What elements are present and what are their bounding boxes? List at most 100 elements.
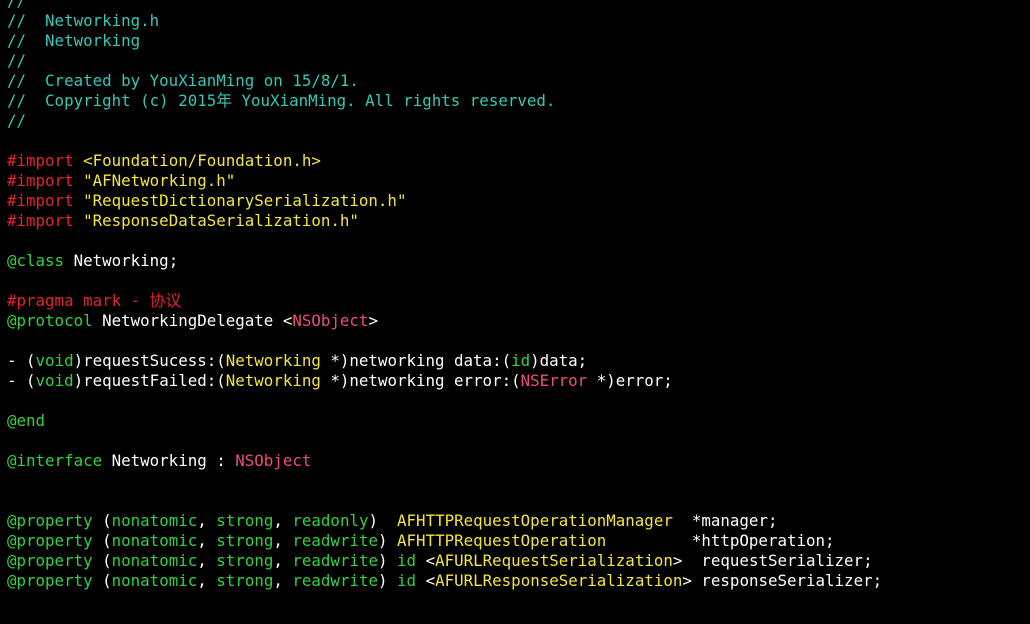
- code-token-text: > requestSerializer;: [672, 551, 873, 570]
- code-line[interactable]: ​: [7, 231, 1030, 251]
- code-line[interactable]: // Networking: [7, 31, 1030, 51]
- code-line[interactable]: //: [7, 111, 1030, 131]
- code-token-kw: @end: [7, 411, 46, 430]
- code-token-text: >: [368, 311, 378, 330]
- code-token-pre: #import: [7, 171, 84, 190]
- code-token-text: *httpOperation;: [606, 531, 835, 550]
- code-token-text: (: [92, 511, 112, 530]
- code-token-str: <Foundation/Foundation.h>: [83, 151, 321, 170]
- code-token-text: )requestFailed:(: [73, 371, 226, 390]
- code-token-text: )data;: [530, 351, 588, 370]
- code-token-text: (: [92, 531, 112, 550]
- code-token-text: ): [378, 531, 398, 550]
- code-token-text: ,: [273, 571, 293, 590]
- code-token-text: ): [368, 511, 398, 530]
- code-line[interactable]: #import "RequestDictionarySerialization.…: [7, 191, 1030, 211]
- code-token-comment: //: [7, 51, 27, 70]
- code-token-text: *manager;: [672, 511, 778, 530]
- code-token-text: <: [416, 551, 436, 570]
- code-token-text: *)networking error:(: [320, 371, 521, 390]
- code-line[interactable]: // Networking.h: [7, 11, 1030, 31]
- code-token-class: NSObject: [292, 311, 369, 330]
- code-line[interactable]: @end: [7, 411, 1030, 431]
- code-token-text: Networking;: [64, 251, 179, 270]
- code-line[interactable]: @property (nonatomic, strong, readwrite)…: [7, 571, 1030, 591]
- code-token-type: AFURLRequestSerialization: [435, 551, 673, 570]
- code-line[interactable]: #pragma mark - 协议: [7, 291, 1030, 311]
- code-line[interactable]: ​: [7, 471, 1030, 491]
- code-line[interactable]: #import <Foundation/Foundation.h>: [7, 151, 1030, 171]
- code-token-class: NSError: [520, 371, 588, 390]
- code-token-str: "ResponseDataSerialization.h": [83, 211, 359, 230]
- code-token-comment: // Created by YouXianMing on 15/8/1.: [7, 71, 359, 90]
- code-line[interactable]: #import "ResponseDataSerialization.h": [7, 211, 1030, 231]
- code-token-kw: nonatomic: [111, 511, 198, 530]
- code-line[interactable]: - (void)requestSucess:(Networking *)netw…: [7, 351, 1030, 371]
- code-token-text: )requestSucess:(: [73, 351, 226, 370]
- code-line[interactable]: ​: [7, 271, 1030, 291]
- code-token-type: AFHTTPRequestOperationManager: [397, 511, 673, 530]
- code-token-text: (: [92, 551, 112, 570]
- code-token-kw: id: [511, 351, 531, 370]
- code-token-text: ,: [197, 511, 217, 530]
- code-token-text: ,: [273, 511, 293, 530]
- code-token-kw: @protocol: [7, 311, 93, 330]
- code-token-kw: @property: [7, 571, 93, 590]
- code-token-type: AFHTTPRequestOperation: [397, 531, 607, 550]
- code-line[interactable]: @property (nonatomic, strong, readwrite)…: [7, 531, 1030, 551]
- code-token-comment: //: [7, 0, 27, 10]
- code-token-str: "RequestDictionarySerialization.h": [83, 191, 407, 210]
- code-token-text: ,: [197, 571, 217, 590]
- code-token-kw: strong: [216, 511, 274, 530]
- code-line[interactable]: ​: [7, 131, 1030, 151]
- code-line[interactable]: // Created by YouXianMing on 15/8/1.: [7, 71, 1030, 91]
- code-token-kw: @interface: [7, 451, 103, 470]
- code-token-text: ,: [273, 551, 293, 570]
- code-token-kw: strong: [216, 571, 274, 590]
- code-token-kw: void: [35, 371, 74, 390]
- code-token-kw: nonatomic: [111, 531, 198, 550]
- code-token-kw: readwrite: [292, 571, 378, 590]
- code-token-text: ): [378, 571, 398, 590]
- code-token-kw: @property: [7, 531, 93, 550]
- code-token-kw: @property: [7, 511, 93, 530]
- code-line[interactable]: ​: [7, 431, 1030, 451]
- code-line[interactable]: ​: [7, 391, 1030, 411]
- code-line[interactable]: // Copyright (c) 2015年 YouXianMing. All …: [7, 91, 1030, 111]
- code-token-text: ,: [197, 551, 217, 570]
- code-line[interactable]: @protocol NetworkingDelegate <NSObject>: [7, 311, 1030, 331]
- code-token-text: Networking :: [102, 451, 236, 470]
- code-token-text: ,: [197, 531, 217, 550]
- code-line[interactable]: @property (nonatomic, strong, readonly) …: [7, 511, 1030, 531]
- code-token-kw: readonly: [292, 511, 369, 530]
- code-token-comment: // Networking.h: [7, 11, 160, 30]
- code-token-kw: nonatomic: [111, 571, 198, 590]
- code-token-pre: #import: [7, 191, 84, 210]
- code-token-mark: #pragma mark - 协议: [7, 291, 182, 310]
- code-token-type: AFURLResponseSerialization: [435, 571, 683, 590]
- code-line[interactable]: //: [7, 0, 1030, 11]
- code-token-comment: // Copyright (c) 2015年 YouXianMing. All …: [7, 91, 556, 110]
- code-token-text: NetworkingDelegate <: [92, 311, 293, 330]
- code-line[interactable]: ​: [7, 491, 1030, 511]
- code-token-text: ,: [273, 531, 293, 550]
- code-token-kw: readwrite: [292, 551, 378, 570]
- code-token-kw: strong: [216, 551, 274, 570]
- code-token-kw: @property: [7, 551, 93, 570]
- code-editor[interactable]: //// Networking.h// Networking//// Creat…: [0, 0, 1030, 615]
- code-token-text: <: [416, 571, 436, 590]
- code-line[interactable]: ​: [7, 331, 1030, 351]
- code-token-kw: readwrite: [292, 531, 378, 550]
- code-line[interactable]: @interface Networking : NSObject: [7, 451, 1030, 471]
- code-line[interactable]: - (void)requestFailed:(Networking *)netw…: [7, 371, 1030, 391]
- code-line[interactable]: //: [7, 51, 1030, 71]
- code-token-text: - (: [7, 351, 36, 370]
- code-token-kw: id: [397, 551, 417, 570]
- code-token-text: - (: [7, 371, 36, 390]
- code-token-kw: @class: [7, 251, 65, 270]
- code-line[interactable]: @class Networking;: [7, 251, 1030, 271]
- code-token-text: *)error;: [587, 371, 673, 390]
- code-line[interactable]: #import "AFNetworking.h": [7, 171, 1030, 191]
- code-token-text: (: [92, 571, 112, 590]
- code-line[interactable]: @property (nonatomic, strong, readwrite)…: [7, 551, 1030, 571]
